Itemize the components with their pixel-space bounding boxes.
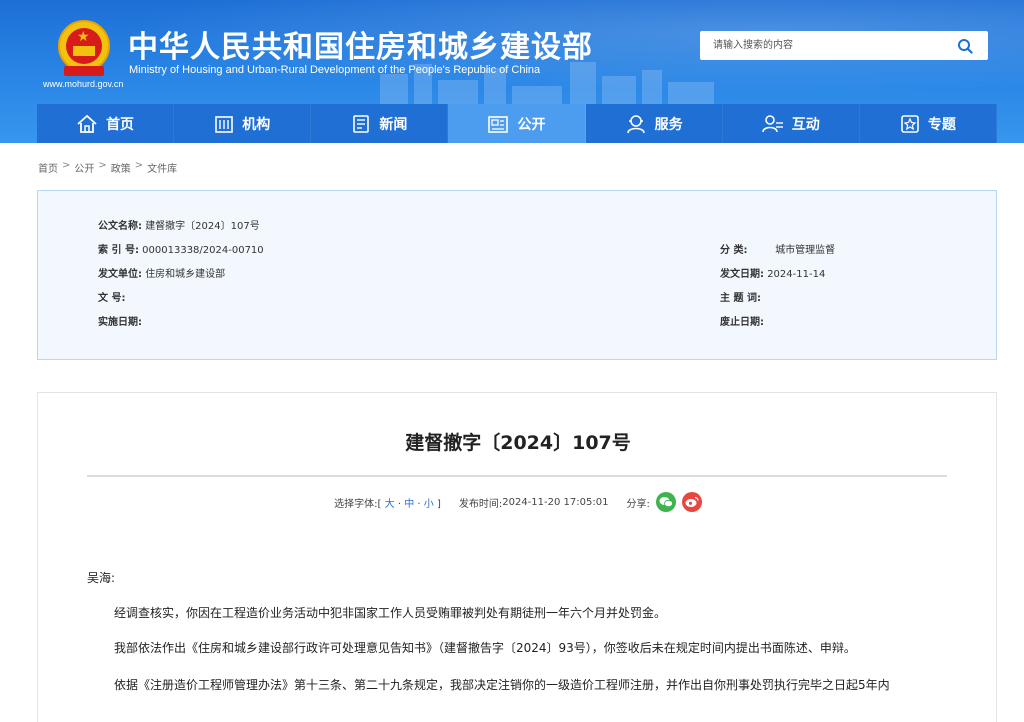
letter-paragraph: 我部依法作出《住房和城乡建设部行政许可处理意见告知书》（建督撤告字〔2024〕9… (114, 641, 856, 655)
nav-label: 首页 (106, 116, 135, 133)
meta-category: 分 类: 城市管理监督 (720, 241, 835, 256)
nav-item-interaction[interactable]: 互动 (722, 104, 860, 143)
meta-label: 文 号: (98, 293, 126, 304)
font-separator: · (397, 498, 402, 510)
service-icon (626, 114, 645, 133)
breadcrumb-separator: > (98, 160, 107, 171)
meta-value: 城市管理监督 (775, 245, 836, 256)
meta-label: 主 题 词: (720, 293, 761, 304)
nav-label: 机构 (242, 116, 271, 133)
meta-value: 建督撤字〔2024〕107号 (145, 221, 260, 232)
breadcrumb-item-disclosure[interactable]: 公开 (74, 160, 94, 175)
weibo-icon (685, 496, 699, 507)
nav-label: 公开 (517, 116, 546, 133)
meta-value: 000013338/2024-00710 (142, 245, 264, 256)
meta-expiry-date: 废止日期: (720, 313, 764, 328)
nav-label: 服务 (654, 116, 683, 133)
meta-value: 住房和城乡建设部 (145, 269, 226, 280)
nav-item-disclosure[interactable]: 公开 (448, 104, 586, 143)
article-divider (87, 475, 947, 477)
letter-paragraph: 经调查核实，你因在工程造价业务活动中犯非国家工作人员受贿罪被判处有期徒刑一年六个… (114, 606, 667, 620)
search-box (700, 31, 988, 60)
font-separator: · (417, 498, 421, 510)
site-url: www.mohurd.gov.cn (43, 79, 124, 89)
interaction-icon (761, 114, 783, 132)
nav-label: 专题 (927, 116, 956, 133)
site-header: ★ www.mohurd.gov.cn 中华人民共和国住房和城乡建设部 Mini… (0, 0, 1024, 143)
main-nav: 首页 机构 新闻 公开 服务 互动 专题 (37, 104, 997, 143)
meta-label: 废止日期: (720, 317, 764, 328)
letter-paragraph: 依据《注册造价工程师管理办法》第十三条、第二十九条规定，我部决定注销你的一级造价… (114, 678, 890, 692)
breadcrumb-item-policy[interactable]: 政策 (111, 160, 131, 175)
meta-issuer: 发文单位: 住房和城乡建设部 (98, 265, 225, 280)
meta-effective-date: 实施日期: (98, 313, 142, 328)
nav-label: 互动 (791, 116, 820, 133)
nav-item-topic[interactable]: 专题 (859, 104, 997, 143)
share-label: 分享: (626, 498, 650, 510)
meta-label: 分 类: (720, 245, 748, 256)
meta-label: 发文日期: (720, 269, 764, 280)
news-icon (353, 114, 370, 133)
share-wechat-button[interactable] (655, 492, 676, 512)
meta-label: 索 引 号: (98, 245, 139, 256)
meta-doc-name: 公文名称: 建督撤字〔2024〕107号 (98, 217, 260, 232)
home-icon (77, 114, 97, 133)
article-title: 建督撤字〔2024〕107号 (405, 432, 631, 454)
article-panel: 建督撤字〔2024〕107号 选择字体: [ 大 · 中 · 小 ] 发布时间:… (37, 392, 997, 722)
search-button[interactable] (942, 31, 988, 60)
document-meta-panel: 公文名称: 建督撤字〔2024〕107号 索 引 号: 000013338/20… (37, 190, 997, 360)
nav-label: 新闻 (379, 116, 408, 133)
breadcrumb-separator: > (62, 160, 71, 171)
share-weibo-button[interactable] (681, 492, 702, 512)
topic-icon (901, 114, 919, 133)
font-size-medium-link[interactable]: 中 (404, 499, 414, 510)
site-title[interactable]: 中华人民共和国住房和城乡建设部 (128, 22, 593, 66)
nav-item-organization[interactable]: 机构 (174, 104, 312, 143)
font-size-large-link[interactable]: 大 (385, 499, 395, 510)
font-bracket-open: [ (377, 498, 382, 510)
disclosure-icon (488, 115, 509, 133)
font-size-small-link[interactable]: 小 (424, 499, 434, 510)
meta-doc-no: 文 号: (98, 289, 150, 304)
publish-time-label: 发布时间: (458, 498, 503, 510)
meta-value: 2024-11-14 (767, 269, 826, 280)
letter-salutation: 吴海: (87, 571, 116, 585)
search-icon (958, 38, 973, 54)
meta-label: 实施日期: (98, 317, 142, 328)
meta-index: 索 引 号: 000013338/2024-00710 (98, 241, 264, 256)
meta-label: 公文名称: (98, 221, 142, 232)
search-input[interactable] (700, 31, 950, 60)
breadcrumb: 首页 > 公开 > 政策 > 文件库 (38, 160, 177, 175)
font-bracket-close: ] (436, 498, 441, 510)
meta-keywords: 主 题 词: (720, 289, 761, 304)
publish-time-value: 2024-11-20 17:05:01 (502, 496, 609, 508)
meta-label: 发文单位: (98, 269, 142, 280)
wechat-icon (659, 497, 673, 508)
font-select-label: 选择字体: (334, 498, 378, 510)
building-icon (215, 115, 234, 133)
article-toolbar: 选择字体: [ 大 · 中 · 小 ] 发布时间: 2024-11-20 17:… (38, 492, 998, 512)
font-size-selector: [ 大 · 中 · 小 ] (378, 495, 441, 510)
breadcrumb-item-home[interactable]: 首页 (38, 160, 58, 175)
breadcrumb-item-file-library[interactable]: 文件库 (147, 160, 177, 175)
site-subtitle: Ministry of Housing and Urban-Rural Deve… (129, 64, 541, 76)
nav-item-news[interactable]: 新闻 (311, 104, 449, 143)
meta-date: 发文日期: 2024-11-14 (720, 265, 825, 280)
national-emblem-logo[interactable]: ★ (56, 18, 112, 78)
nav-item-home[interactable]: 首页 (37, 104, 175, 143)
breadcrumb-separator: > (134, 160, 144, 171)
nav-item-service[interactable]: 服务 (585, 104, 723, 143)
